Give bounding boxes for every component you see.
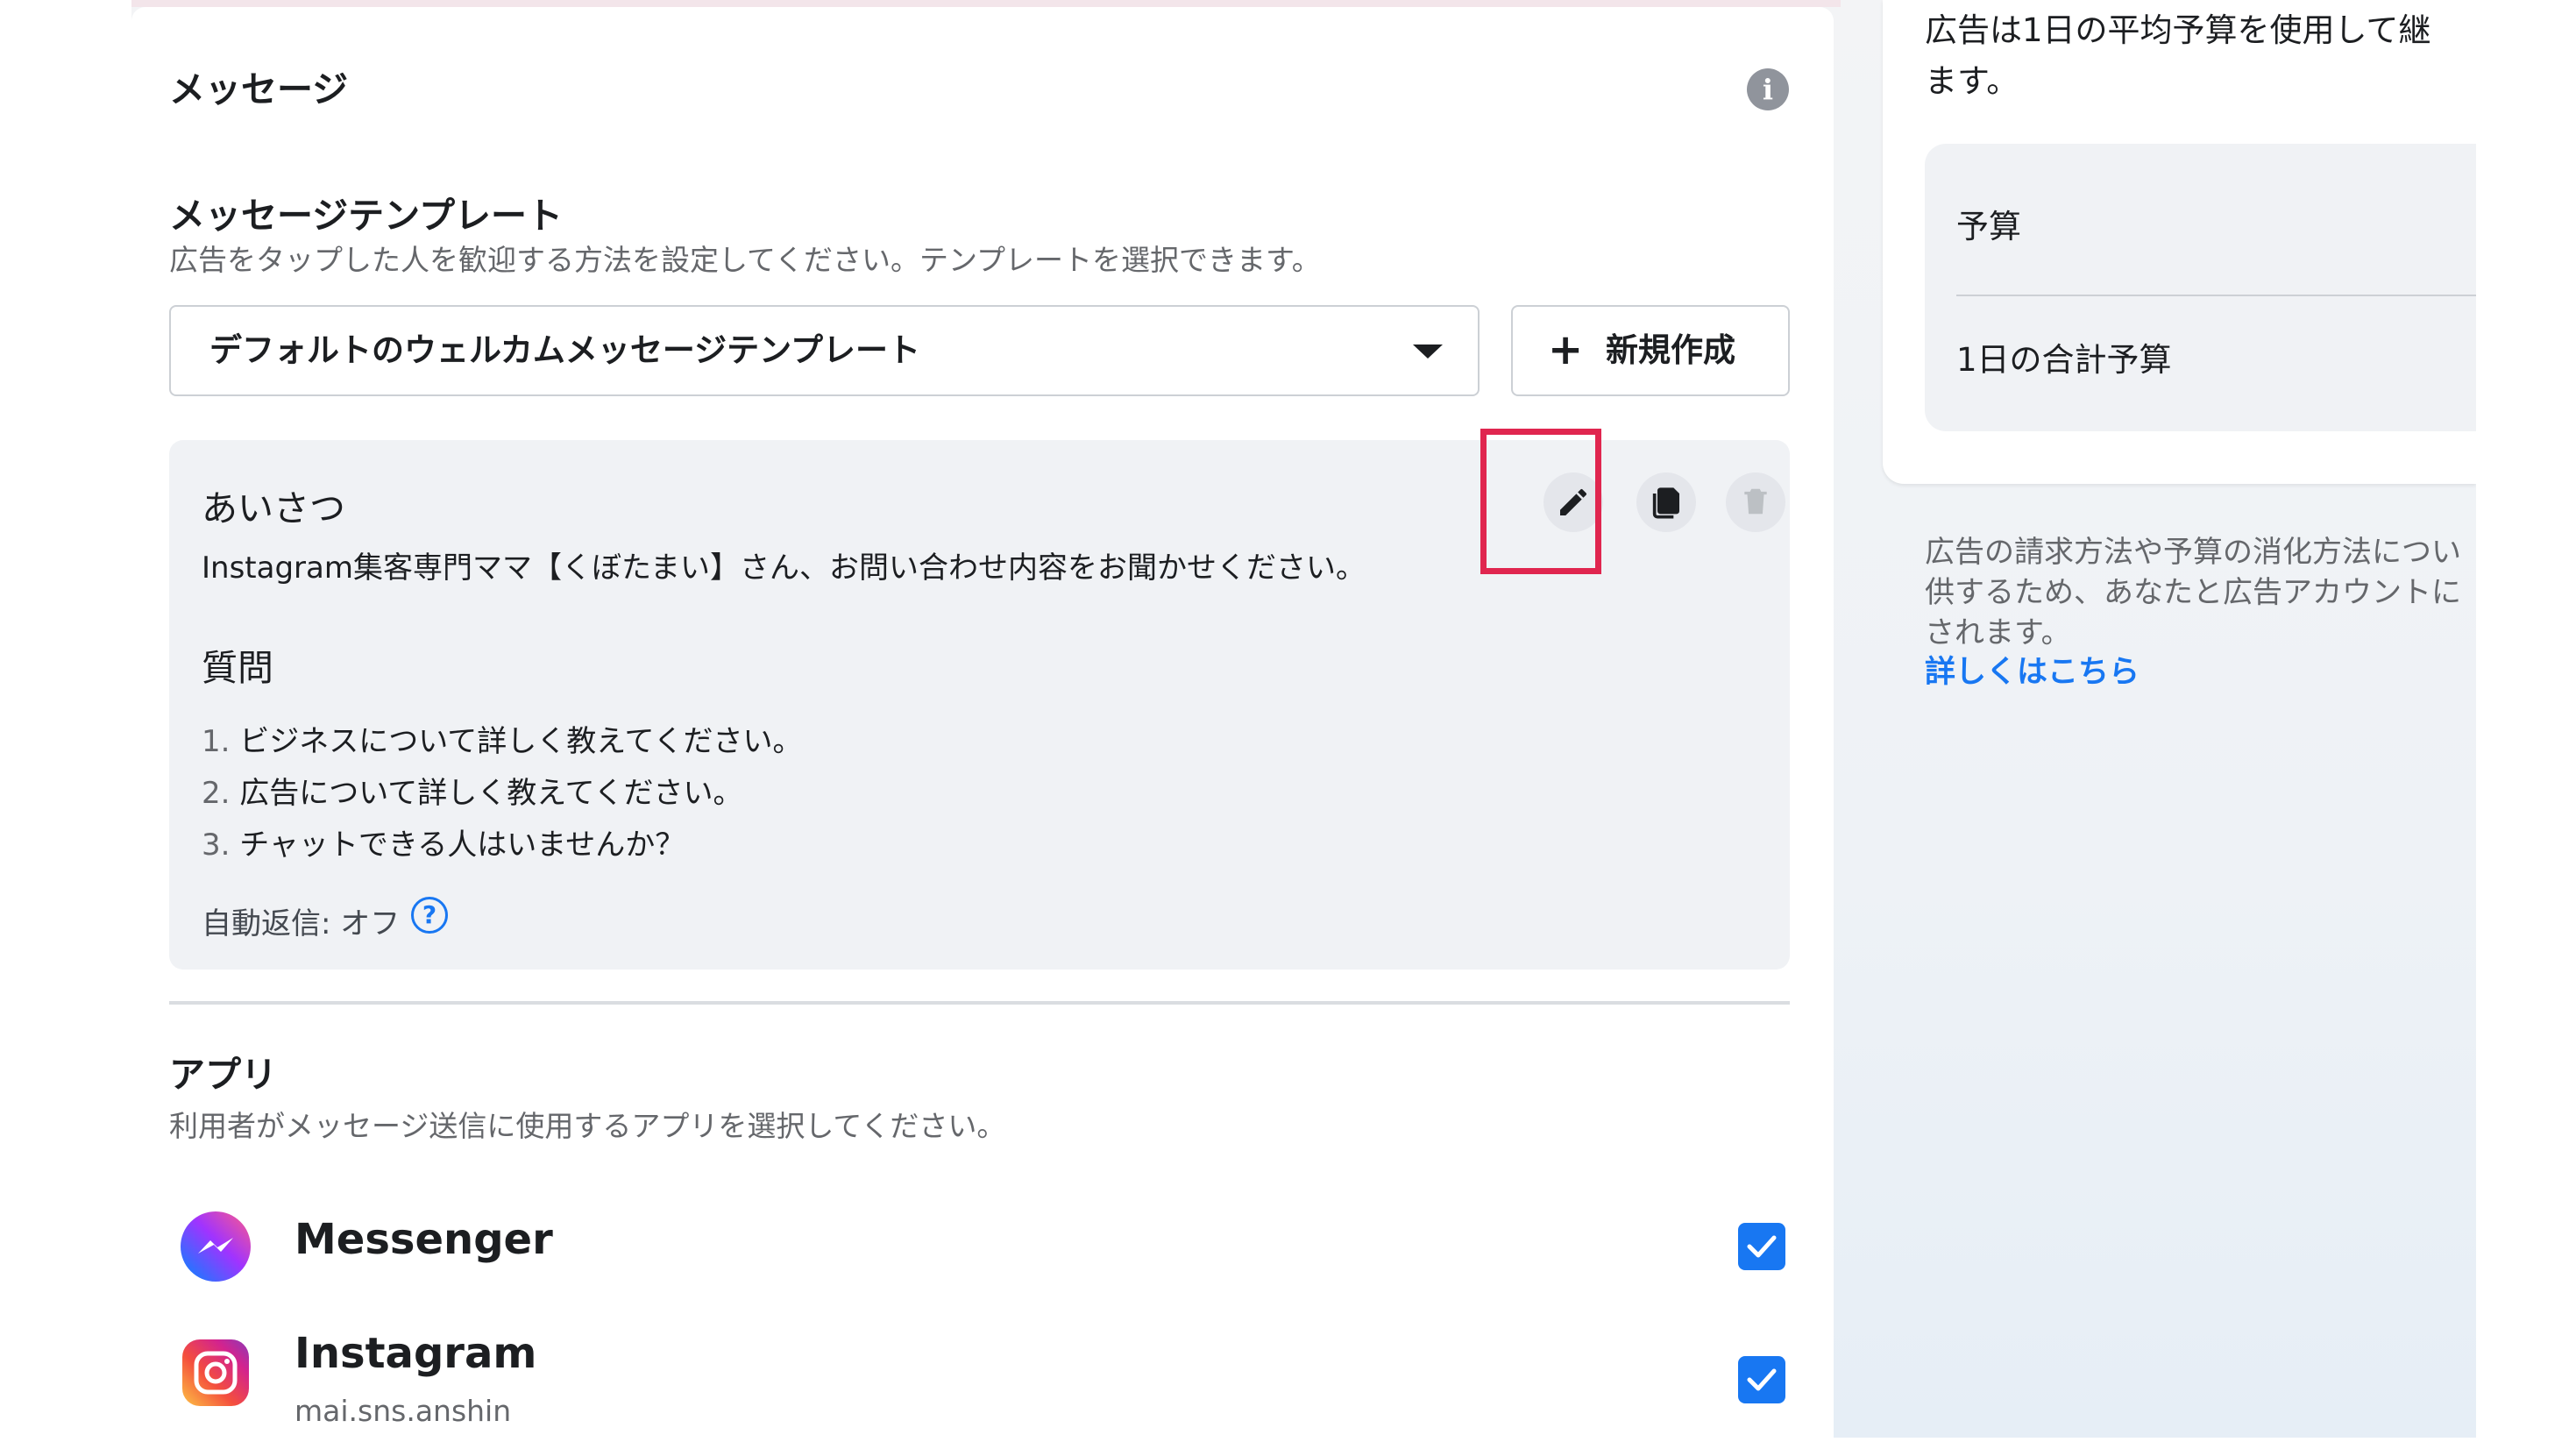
message-section-title: メッセージ [169,68,349,110]
question-text: 広告について詳しく教えてください。 [239,776,743,811]
right-margin [2476,0,2576,1442]
app-name-messenger: Messenger [295,1215,553,1264]
help-circle-icon[interactable]: ? [411,897,448,934]
budget-divider [1956,295,2476,296]
greeting-heading: あいさつ [202,487,345,529]
apps-section-title: アプリ [169,1054,277,1096]
template-select[interactable]: デフォルトのウェルカムメッセージテンプレート [169,305,1480,396]
question-number: 1. [202,724,231,759]
checkbox-check-icon [1747,1368,1777,1391]
left-margin [0,0,131,1442]
question-text: チャットできる人はいませんか？ [239,828,685,863]
billing-info-line1: 広告の請求方法や予算の消化方法につい [1925,535,2461,570]
question-item: 3. チャットできる人はいませんか？ [202,820,685,863]
budget-note-line1: 広告は1日の平均予算を使用して継 [1925,11,2431,49]
plus-icon: + [1548,325,1584,374]
budget-note-line2: ます。 [1925,62,2019,100]
top-banner-strip [131,0,1841,7]
instagram-icon [182,1339,249,1406]
app-name-instagram: Instagram [295,1329,537,1378]
instagram-account-handle: mai.sns.anshin [295,1394,512,1428]
question-text: ビジネスについて詳しく教えてください。 [239,724,803,759]
checkbox-check-icon [1747,1235,1777,1258]
question-number: 3. [202,828,231,863]
daily-total-budget-label: 1日の合計予算 [1956,341,2172,379]
billing-info-line3: されます。 [1925,615,2071,650]
apps-section-description: 利用者がメッセージ送信に使用するアプリを選択してください。 [169,1109,1006,1143]
messenger-icon [181,1211,251,1282]
bottom-margin [0,1438,2576,1442]
new-template-button-label: 新規作成 [1606,331,1735,369]
info-icon[interactable]: i [1747,68,1789,110]
learn-more-link[interactable]: 詳しくはこちら [1925,647,2140,692]
template-section-title: メッセージテンプレート [169,195,563,237]
trash-icon [1744,488,1767,515]
greeting-text: Instagram集客専門ママ【くぼたまい】さん、お問い合わせ内容をお聞かせくだ… [202,551,1366,586]
edit-button-highlight [1480,429,1601,574]
copy-icon [1652,487,1679,519]
questions-heading: 質問 [202,647,273,689]
billing-info-line2: 供するため、あなたと広告アカウントに [1925,575,2461,610]
auto-reply-status: 自動返信: オフ [202,906,401,941]
question-item: 2. 広告について詳しく教えてください。 [202,769,743,812]
budget-summary [1925,144,2476,431]
new-template-button[interactable]: + 新規作成 [1511,305,1790,396]
template-select-value: デフォルトのウェルカムメッセージテンプレート [209,331,921,369]
chevron-down-icon [1413,345,1443,359]
instagram-checkbox[interactable] [1738,1356,1785,1403]
section-divider [169,1001,1790,1005]
messenger-checkbox[interactable] [1738,1223,1785,1270]
template-section-description: 広告をタップした人を歓迎する方法を設定してください。テンプレートを選択できます。 [169,243,1321,277]
question-item: 1. ビジネスについて詳しく教えてください。 [202,717,803,760]
question-number: 2. [202,776,231,811]
delete-template-button[interactable] [1726,472,1785,532]
duplicate-template-button[interactable] [1636,472,1696,532]
budget-label: 予算 [1956,208,2021,245]
